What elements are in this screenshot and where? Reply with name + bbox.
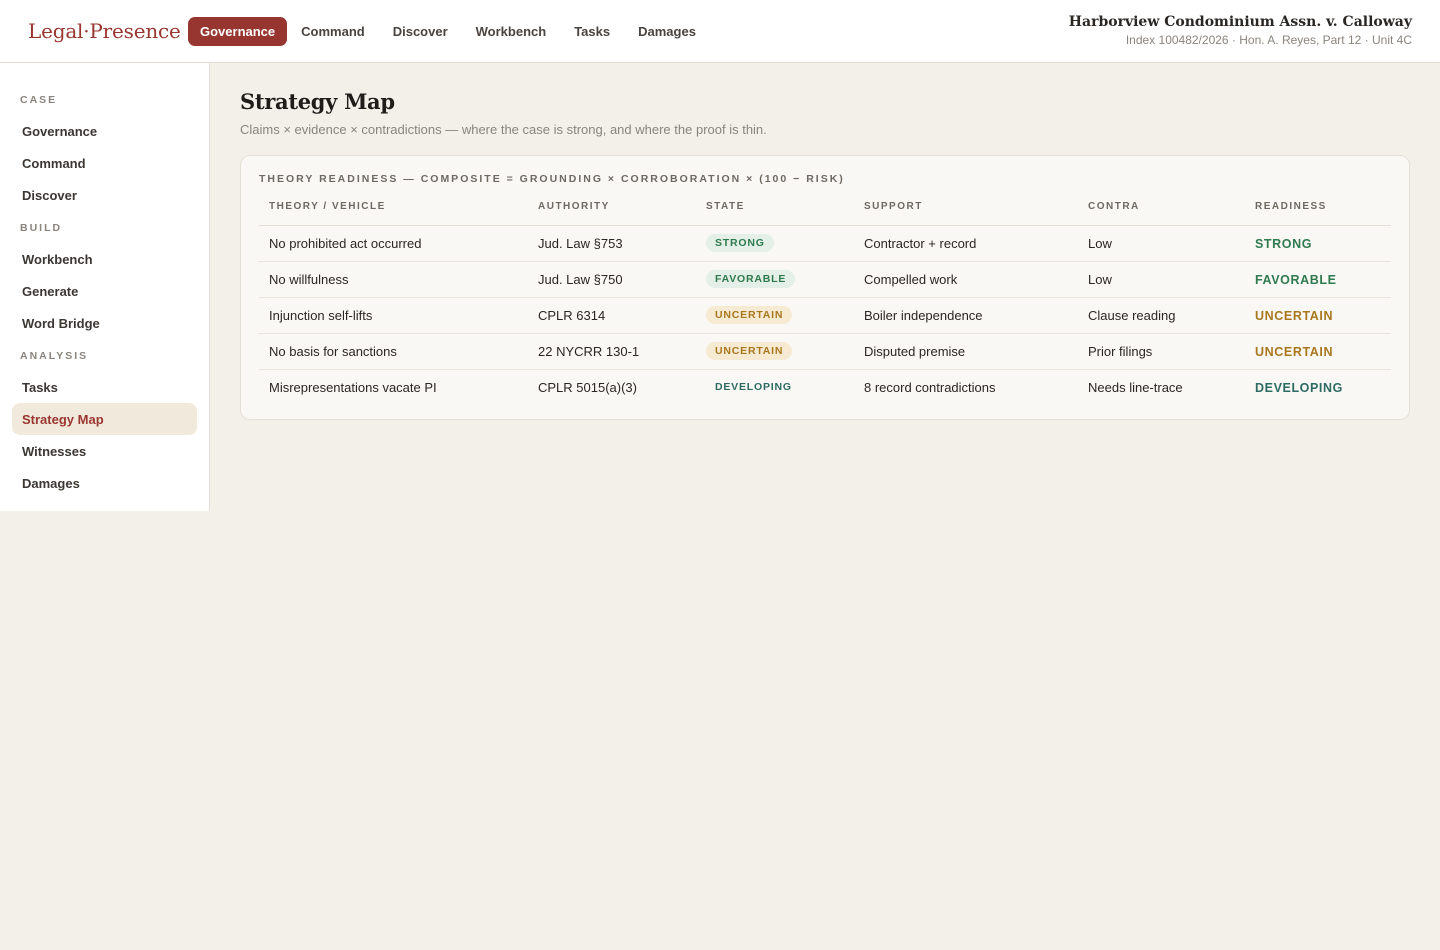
cell-authority: Jud. Law §753: [528, 225, 696, 262]
brand-part1: Legal: [28, 19, 84, 43]
table-row[interactable]: No basis for sanctions 22 NYCRR 130-1 UN…: [259, 333, 1391, 370]
sidebar-item-governance[interactable]: Governance: [12, 115, 197, 147]
sidebar: CASE Governance Command Discover BUILD W…: [0, 63, 210, 511]
readiness-label: FAVORABLE: [1255, 272, 1337, 287]
brand-logo[interactable]: Legal·Presence: [28, 19, 181, 43]
cell-state: STRONG: [696, 225, 854, 262]
cell-contra: Needs line-trace: [1088, 379, 1183, 395]
cell-theory: No willfulness: [259, 261, 528, 298]
cell-authority: 22 NYCRR 130-1: [528, 333, 696, 370]
cell-authority: CPLR 5015(a)(3): [538, 379, 637, 395]
table-header-row: THEORY / VEHICLE AUTHORITY STATE SUPPORT…: [259, 201, 1391, 226]
cell-readiness: UNCERTAIN: [1245, 333, 1391, 370]
sidebar-item-command[interactable]: Command: [12, 147, 197, 179]
sidebar-section-build: BUILD: [20, 222, 63, 234]
brand-part2: Presence: [89, 19, 181, 43]
cell-support: Boiler independence: [854, 297, 1078, 334]
sidebar-section-analysis: ANALYSIS: [20, 350, 89, 362]
col-readiness[interactable]: READINESS: [1245, 201, 1391, 226]
cell-state: FAVORABLE: [696, 261, 854, 298]
col-theory[interactable]: THEORY / VEHICLE: [259, 201, 528, 226]
main-content: Strategy Map Claims × evidence × contrad…: [240, 89, 1410, 420]
readiness-label: DEVELOPING: [1255, 380, 1343, 395]
state-badge: FAVORABLE: [706, 270, 796, 288]
table-row[interactable]: No willfulness Jud. Law §750 FAVORABLE C…: [259, 261, 1391, 298]
cell-state: DEVELOPING: [696, 369, 854, 405]
page-subtitle: Claims × evidence × contradictions — whe…: [240, 122, 767, 137]
cell-support: Compelled work: [854, 261, 1078, 298]
cell-readiness: STRONG: [1245, 225, 1391, 262]
sidebar-item-generate[interactable]: Generate: [12, 275, 197, 307]
sidebar-item-workbench[interactable]: Workbench: [12, 243, 197, 275]
cell-readiness: FAVORABLE: [1245, 261, 1391, 298]
top-nav: Governance Command Discover Workbench Ta…: [188, 17, 710, 46]
cell-theory: Injunction self-lifts: [259, 297, 528, 334]
cell-support: 8 record contradictions: [864, 379, 996, 395]
page-title: Strategy Map: [240, 89, 395, 114]
case-subtitle: Index 100482/2026 · Hon. A. Reyes, Part …: [1125, 33, 1412, 47]
sidebar-section-case: CASE: [20, 94, 58, 106]
tab-tasks[interactable]: Tasks: [560, 17, 624, 46]
sidebar-item-discover[interactable]: Discover: [12, 179, 197, 211]
cell-contra: Clause reading: [1078, 297, 1245, 334]
col-state[interactable]: STATE: [696, 201, 854, 226]
col-contra[interactable]: CONTRA: [1078, 201, 1245, 226]
tab-command[interactable]: Command: [287, 17, 379, 46]
theory-readiness-card: THEORY READINESS — COMPOSITE = GROUNDING…: [240, 155, 1410, 420]
cell-authority: CPLR 6314: [528, 297, 696, 334]
sidebar-item-strategy-map[interactable]: Strategy Map: [12, 403, 197, 435]
sidebar-item-word-bridge[interactable]: Word Bridge: [12, 307, 197, 339]
case-title: Harborview Condominium Assn. v. Calloway: [1068, 14, 1412, 30]
cell-readiness: DEVELOPING: [1245, 369, 1391, 405]
state-badge: STRONG: [706, 234, 774, 252]
table-row[interactable]: Misrepresentations vacate PI CPLR 5015(a…: [259, 369, 1391, 405]
sidebar-item-witnesses[interactable]: Witnesses: [12, 435, 197, 467]
readiness-label: UNCERTAIN: [1255, 308, 1334, 323]
col-authority[interactable]: AUTHORITY: [528, 201, 696, 226]
readiness-label: STRONG: [1255, 236, 1313, 251]
cell-theory: No basis for sanctions: [259, 333, 528, 370]
state-badge: UNCERTAIN: [706, 342, 793, 360]
theory-table: THEORY / VEHICLE AUTHORITY STATE SUPPORT…: [259, 201, 1391, 405]
state-badge: UNCERTAIN: [706, 306, 793, 324]
cell-contra: Low: [1078, 225, 1245, 262]
table-row[interactable]: Injunction self-lifts CPLR 6314 UNCERTAI…: [259, 297, 1391, 334]
cell-authority: Jud. Law §750: [528, 261, 696, 298]
case-header: Harborview Condominium Assn. v. Calloway…: [1069, 14, 1412, 47]
sidebar-item-damages[interactable]: Damages: [12, 467, 197, 499]
col-support[interactable]: SUPPORT: [854, 201, 1078, 226]
top-bar: Legal·Presence Governance Command Discov…: [0, 0, 1440, 63]
cell-state: UNCERTAIN: [696, 333, 854, 370]
tab-workbench[interactable]: Workbench: [462, 17, 561, 46]
readiness-label: UNCERTAIN: [1255, 344, 1334, 359]
cell-contra: Prior filings: [1078, 333, 1245, 370]
tab-governance[interactable]: Governance: [188, 17, 288, 46]
table-row[interactable]: No prohibited act occurred Jud. Law §753…: [259, 225, 1391, 262]
state-badge: DEVELOPING: [715, 381, 792, 394]
cell-state: UNCERTAIN: [696, 297, 854, 334]
cell-contra: Low: [1078, 261, 1245, 298]
cell-theory: No prohibited act occurred: [259, 225, 528, 262]
sidebar-item-tasks[interactable]: Tasks: [12, 371, 197, 403]
cell-support: Disputed premise: [854, 333, 1078, 370]
tab-discover[interactable]: Discover: [379, 17, 462, 46]
card-title: THEORY READINESS — COMPOSITE = GROUNDING…: [259, 173, 845, 185]
tab-damages[interactable]: Damages: [624, 17, 710, 46]
cell-support: Contractor + record: [854, 225, 1078, 262]
cell-readiness: UNCERTAIN: [1245, 297, 1391, 334]
cell-theory: Misrepresentations vacate PI: [269, 379, 437, 395]
